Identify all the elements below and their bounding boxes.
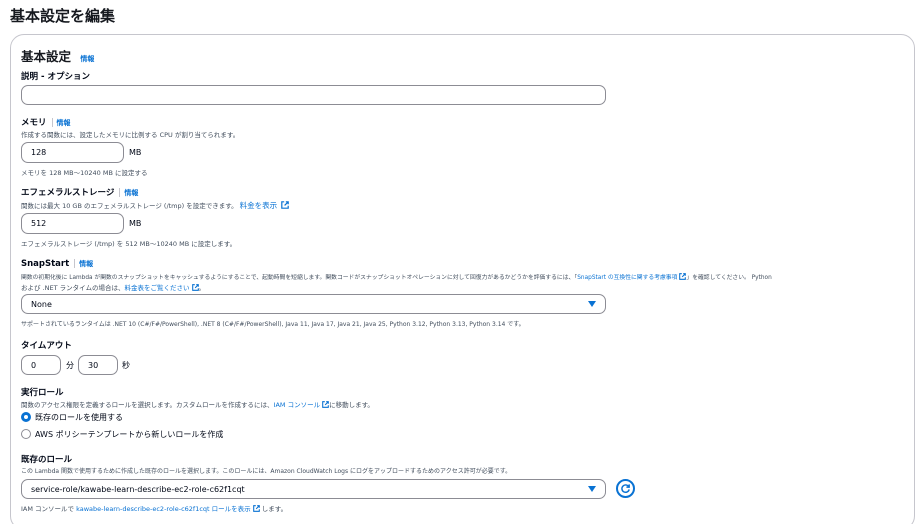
snapstart-desc-4: 。	[198, 284, 206, 292]
memory-hint: メモリを 128 MB～10240 MB に設定する	[21, 169, 148, 177]
timeout-label: タイムアウト	[21, 341, 72, 351]
view-role-link[interactable]: kawabe-learn-describe-ec2-role-c62f1cqt …	[76, 505, 251, 513]
external-link-icon	[191, 284, 199, 291]
snapstart-label: SnapStart	[21, 259, 70, 269]
existing-role-description: この Lambda 関数で使用するために作成した既存のロールを選択します。このロ…	[21, 468, 512, 475]
timeout-minutes-unit: 分	[66, 361, 74, 370]
description-input[interactable]	[21, 85, 606, 105]
execution-role-description: 関数のアクセス権限を定義するロールを選択します。カスタムロールを作成するには、I…	[21, 399, 374, 409]
existing-role-label: 既存のロール	[21, 455, 73, 465]
snapstart-description-line2: および .NET ランタイムの場合は、料金表をご覧ください。	[21, 282, 205, 292]
ephemeral-info-link[interactable]: 情報	[124, 189, 138, 197]
description-label: 説明 - オプション	[21, 72, 90, 82]
iam-console-link[interactable]: IAM コンソール	[274, 401, 321, 409]
memory-info-link[interactable]: 情報	[57, 119, 71, 127]
radio-create-from-template[interactable]	[21, 429, 31, 439]
snapstart-desc-2: 」を確認してください。 Python	[686, 275, 772, 281]
memory-unit: MB	[129, 148, 142, 157]
existing-role-select[interactable]: service-role/kawabe-learn-describe-ec2-r…	[21, 479, 606, 499]
execution-role-desc-1: 関数のアクセス権限を定義するロールを選択します。カスタムロールを作成するには、	[21, 401, 274, 409]
ephemeral-input[interactable]: 512	[21, 213, 124, 234]
refresh-button[interactable]	[616, 479, 635, 498]
timeout-seconds-input[interactable]: 30	[78, 355, 118, 375]
timeout-minutes-input[interactable]: 0	[21, 355, 61, 375]
page-title: 基本設定を編集	[10, 7, 116, 25]
caret-down-icon	[588, 301, 596, 307]
snapstart-selected-value: None	[31, 299, 52, 309]
memory-label: メモリ	[21, 118, 47, 128]
ephemeral-pricing-link[interactable]: 料金を表示	[240, 201, 278, 210]
ephemeral-value: 512	[31, 219, 47, 228]
external-link-icon	[252, 505, 260, 512]
external-link-icon	[281, 201, 290, 209]
snapstart-desc-1: 関数の初期化後に Lambda が関数のスナップショットをキャッシュするようにす…	[21, 275, 578, 281]
existing-role-footer-1: IAM コンソールで	[21, 505, 77, 513]
snapstart-info-link[interactable]: 情報	[79, 260, 93, 268]
snapstart-select[interactable]: None	[21, 294, 606, 314]
snapstart-compat-link[interactable]: SnapStart の互換性に関する考慮事項	[577, 275, 677, 281]
divider	[119, 188, 121, 197]
ephemeral-label-row: エフェメラルストレージ 情報	[21, 186, 138, 198]
existing-role-footer-2: します。	[259, 505, 288, 513]
ephemeral-description: 関数には最大 10 GB のエフェメラルストレージ (/tmp) を設定できます…	[21, 200, 290, 211]
timeout-seconds-unit: 秒	[122, 361, 130, 370]
radio-use-existing-role[interactable]	[21, 412, 31, 422]
existing-role-selected-value: service-role/kawabe-learn-describe-ec2-r…	[31, 484, 245, 494]
timeout-seconds-value: 30	[88, 360, 99, 370]
section-title-text: 基本設定	[21, 49, 72, 64]
caret-down-icon	[588, 486, 596, 492]
radio-create-from-template-label[interactable]: AWS ポリシーテンプレートから新しいロールを作成	[35, 429, 223, 440]
snapstart-label-row: SnapStart 情報	[21, 259, 93, 269]
memory-input[interactable]: 128	[21, 142, 124, 163]
divider	[74, 259, 76, 268]
ephemeral-desc-text: 関数には最大 10 GB のエフェメラルストレージ (/tmp) を設定できます…	[21, 202, 238, 210]
ephemeral-hint: エフェメラルストレージ (/tmp) を 512 MB～10240 MB に設定…	[21, 240, 237, 248]
memory-value: 128	[31, 148, 47, 157]
divider	[51, 118, 53, 127]
memory-description: 作成する関数には、設定したメモリに比例する CPU が割り当てられます。	[21, 131, 240, 139]
snapstart-description: 関数の初期化後に Lambda が関数のスナップショットをキャッシュするようにす…	[21, 272, 772, 281]
snapstart-supported-runtimes: サポートされているランタイムは .NET 10 (C#/F#/PowerShel…	[21, 321, 525, 328]
ephemeral-label: エフェメラルストレージ	[21, 188, 115, 198]
timeout-minutes-value: 0	[31, 360, 37, 370]
snapstart-desc-3: および .NET ランタイムの場合は、	[21, 284, 125, 292]
snapstart-pricing-link[interactable]: 料金表をご覧ください	[125, 284, 190, 292]
execution-role-label: 実行ロール	[21, 388, 64, 398]
ephemeral-unit: MB	[129, 219, 142, 228]
section-title: 基本設定 情報	[21, 46, 94, 65]
radio-use-existing-role-label[interactable]: 既存のロールを使用する	[35, 412, 123, 423]
execution-role-desc-2: に移動します。	[329, 401, 374, 409]
memory-label-row: メモリ 情報	[21, 116, 71, 128]
refresh-icon	[621, 484, 630, 493]
section-info-link[interactable]: 情報	[80, 55, 94, 63]
existing-role-footer: IAM コンソールで kawabe-learn-describe-ec2-rol…	[21, 503, 287, 513]
